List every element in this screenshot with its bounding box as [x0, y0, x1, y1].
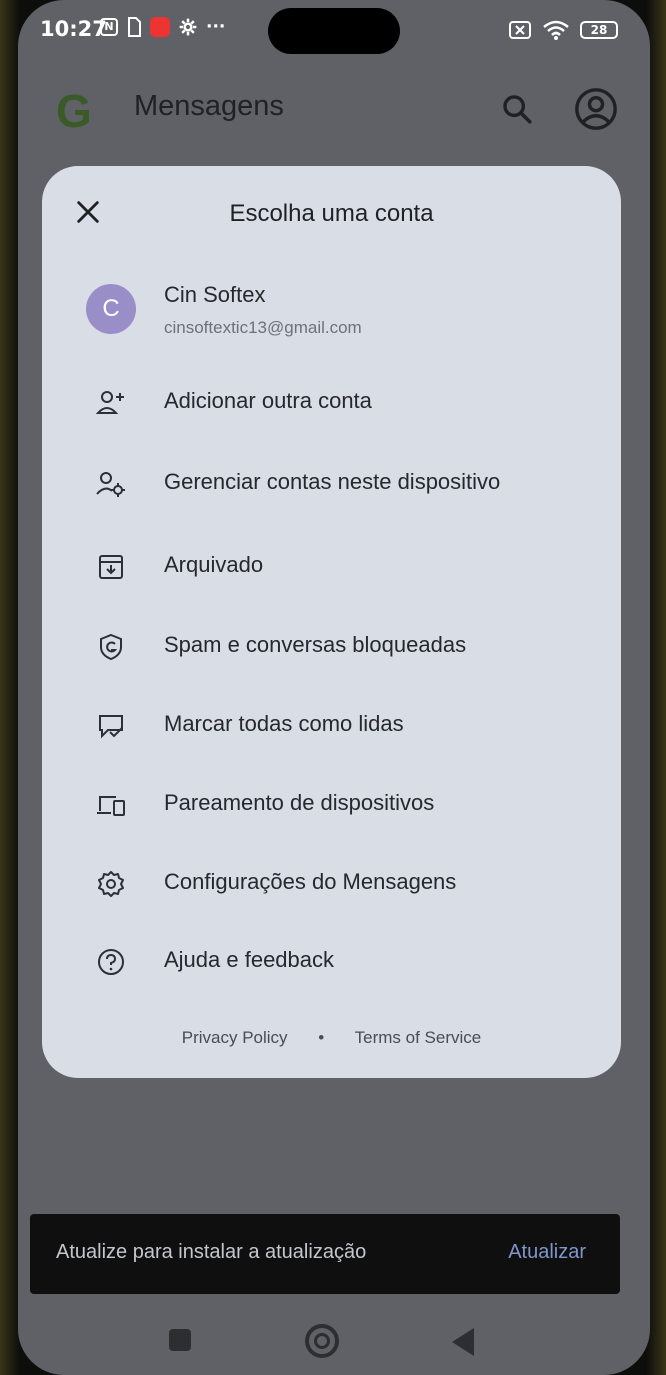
sim-icon: [128, 17, 141, 37]
status-bar: 10:27 N ··· 28: [18, 0, 650, 64]
app-title: Mensagens: [134, 90, 284, 122]
sim-off-icon: [509, 21, 531, 39]
menu-item-label: Marcar todas como lidas: [164, 711, 404, 736]
battery-icon: 28: [580, 21, 618, 39]
nfc-icon: N: [100, 18, 118, 36]
search-icon[interactable]: [500, 92, 534, 126]
menu-item-label: Ajuda e feedback: [164, 947, 335, 972]
footer-separator: •: [318, 1028, 325, 1047]
manage-accounts-icon: [96, 472, 125, 497]
devices-icon: [97, 796, 125, 816]
spam-shield-icon: [100, 633, 122, 661]
menu-item-label: Configurações do Mensagens: [164, 869, 457, 894]
menu-item-help[interactable]: Ajuda e feedback: [62, 926, 602, 998]
sheet-footer: Privacy Policy • Terms of Service: [42, 1028, 621, 1048]
terms-of-service-link[interactable]: Terms of Service: [355, 1028, 482, 1047]
notification-app-icon: [150, 17, 170, 37]
gear-icon: [98, 871, 124, 897]
menu-item-device-pairing[interactable]: Pareamento de dispositivos: [62, 769, 602, 841]
menu-item-spam-blocked[interactable]: Spam e conversas bloqueadas: [62, 611, 602, 683]
status-icons-right: 28: [508, 19, 618, 41]
google-logo: G: [56, 85, 92, 137]
more-icon: ···: [206, 17, 226, 37]
wifi-icon: [543, 20, 569, 40]
menu-item-add-account[interactable]: Adicionar outra conta: [62, 367, 602, 439]
account-chooser-sheet: Escolha uma conta C Cin Softex cinsoftex…: [42, 166, 621, 1078]
sheet-title: Escolha uma conta: [229, 200, 434, 227]
menu-item-archived[interactable]: Arquivado: [62, 531, 602, 603]
menu-item-label: Arquivado: [164, 552, 264, 577]
menu-item-label: Gerenciar contas neste dispositivo: [164, 469, 501, 494]
privacy-policy-link[interactable]: Privacy Policy: [182, 1028, 288, 1047]
help-icon: [98, 949, 124, 975]
status-icons-left: N ···: [100, 17, 225, 37]
camera-cutout: [268, 8, 400, 54]
account-email: cinsoftextic13@gmail.com: [164, 318, 362, 337]
system-nav-bar: [18, 1310, 650, 1375]
menu-item-settings[interactable]: Configurações do Mensagens: [62, 848, 602, 920]
account-circle-icon[interactable]: [573, 86, 619, 132]
home-button[interactable]: [305, 1324, 339, 1358]
menu-item-label: Spam e conversas bloqueadas: [164, 632, 467, 657]
settings-icon: [179, 18, 197, 36]
menu-item-manage-accounts[interactable]: Gerenciar contas neste dispositivo: [62, 448, 602, 520]
update-snackbar: Atualize para instalar a atualização Atu…: [30, 1214, 620, 1294]
back-button[interactable]: [452, 1328, 474, 1356]
account-row[interactable]: C Cin Softex cinsoftextic13@gmail.com: [62, 264, 602, 350]
status-time: 10:27: [40, 17, 107, 41]
snackbar-update-button[interactable]: Atualizar: [508, 1241, 586, 1264]
archive-icon: [99, 555, 123, 579]
account-name: Cin Softex: [164, 282, 266, 307]
screen: 10:27 N ··· 28 G Mensagens Escolha uma c…: [18, 0, 650, 1375]
add-person-icon: [96, 391, 124, 414]
app-bar: G Mensagens: [18, 70, 650, 150]
menu-item-label: Pareamento de dispositivos: [164, 790, 435, 815]
mark-read-icon: [99, 715, 123, 739]
battery-level: 28: [590, 23, 608, 37]
menu-item-mark-all-read[interactable]: Marcar todas como lidas: [62, 690, 602, 762]
snackbar-message: Atualize para instalar a atualização: [56, 1241, 367, 1263]
recents-button[interactable]: [169, 1329, 191, 1351]
avatar: C: [86, 284, 136, 334]
menu-item-label: Adicionar outra conta: [164, 388, 372, 413]
